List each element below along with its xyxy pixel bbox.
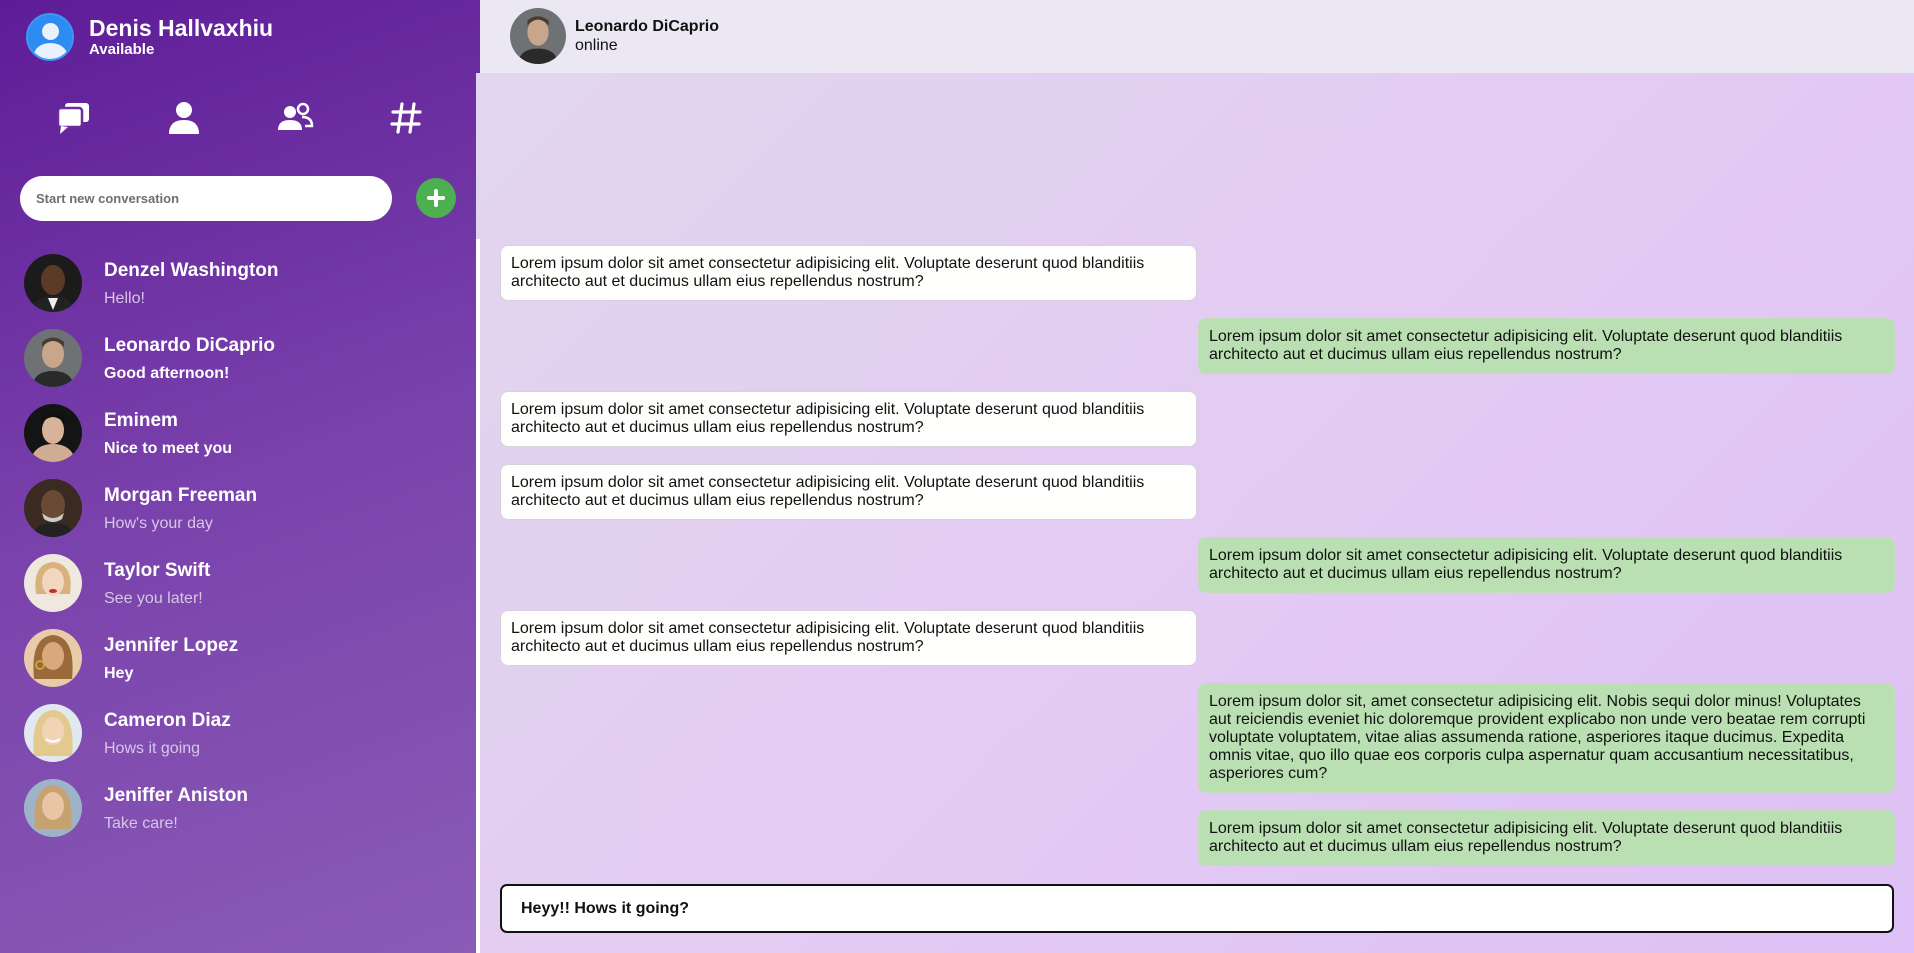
- chat-header: Leonardo DiCaprio online: [480, 0, 1914, 73]
- person-icon[interactable]: [164, 98, 204, 138]
- user-avatar-icon[interactable]: [26, 13, 74, 61]
- contact-item-cameron-diaz[interactable]: Cameron Diaz Hows it going: [0, 700, 476, 775]
- outgoing-message: Lorem ipsum dolor sit amet consectetur a…: [1198, 810, 1895, 866]
- contact-avatar: [24, 704, 82, 762]
- chat-contact-avatar[interactable]: [510, 8, 566, 64]
- chat-contact-name: Leonardo DiCaprio: [575, 18, 720, 35]
- outgoing-message: Lorem ipsum dolor sit amet consectetur a…: [1198, 537, 1895, 593]
- contact-avatar: [24, 404, 82, 462]
- chat-contact-status: online: [575, 37, 618, 54]
- contact-item-jeniffer-aniston[interactable]: Jeniffer Aniston Take care!: [0, 775, 476, 850]
- contact-item-jennifer-lopez[interactable]: Jennifer Lopez Hey: [0, 625, 476, 700]
- outgoing-message: Lorem ipsum dolor sit, amet consectetur …: [1198, 683, 1895, 793]
- incoming-message: Lorem ipsum dolor sit amet consectetur a…: [500, 391, 1197, 447]
- contact-avatar: [24, 254, 82, 312]
- contact-avatar: [24, 329, 82, 387]
- chat-bubbles-icon[interactable]: [55, 98, 95, 138]
- incoming-message: Lorem ipsum dolor sit amet consectetur a…: [500, 610, 1197, 666]
- incoming-message: Lorem ipsum dolor sit amet consectetur a…: [500, 245, 1197, 301]
- user-status: Available: [89, 41, 155, 58]
- new-conversation-input[interactable]: [20, 176, 392, 221]
- message-input[interactable]: [500, 884, 1894, 933]
- hashtag-icon[interactable]: [386, 98, 426, 138]
- user-profile[interactable]: Denis Hallvaxhiu Available: [26, 13, 273, 61]
- contact-avatar: [24, 779, 82, 837]
- contact-item-morgan-freeman[interactable]: Morgan Freeman How's your day: [0, 475, 476, 550]
- contact-item-taylor-swift[interactable]: Taylor Swift See you later!: [0, 550, 476, 625]
- contact-item-eminem[interactable]: Eminem Nice to meet you: [0, 400, 476, 475]
- incoming-message: Lorem ipsum dolor sit amet consectetur a…: [500, 464, 1197, 520]
- sidebar-nav: [0, 98, 480, 138]
- add-conversation-button[interactable]: [416, 178, 456, 218]
- contact-list: Denzel Washington Hello! Leonardo DiCapr…: [0, 250, 476, 850]
- contact-avatar: [24, 479, 82, 537]
- contact-avatar: [24, 629, 82, 687]
- contact-item-leonardo-dicaprio[interactable]: Leonardo DiCaprio Good afternoon!: [0, 325, 476, 400]
- group-icon[interactable]: [275, 98, 315, 138]
- contact-avatar: [24, 554, 82, 612]
- contact-item-denzel-washington[interactable]: Denzel Washington Hello!: [0, 250, 476, 325]
- outgoing-message: Lorem ipsum dolor sit amet consectetur a…: [1198, 318, 1895, 374]
- user-name: Denis Hallvaxhiu: [89, 15, 274, 41]
- sidebar: Denis Hallvaxhiu Available Start new con…: [0, 0, 480, 953]
